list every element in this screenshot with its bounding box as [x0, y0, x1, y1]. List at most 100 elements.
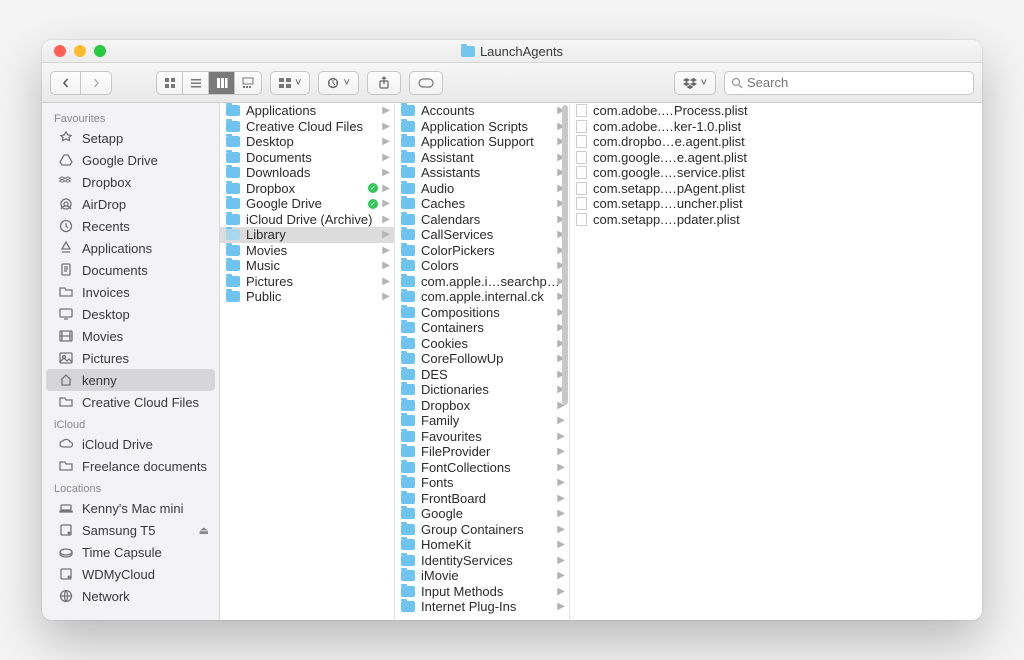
- sidebar-item-freelance-documents[interactable]: Freelance documents: [42, 455, 219, 477]
- list-item[interactable]: com.adobe.…ker-1.0.plist: [570, 119, 982, 135]
- list-item[interactable]: Group Containers▶: [395, 522, 569, 538]
- sidebar-item-desktop[interactable]: Desktop: [42, 303, 219, 325]
- list-item[interactable]: com.apple.internal.ck▶: [395, 289, 569, 305]
- search-field[interactable]: [724, 71, 974, 95]
- list-item[interactable]: Application Scripts▶: [395, 119, 569, 135]
- list-item[interactable]: iMovie▶: [395, 568, 569, 584]
- view-icons-button[interactable]: [157, 72, 183, 94]
- tags-button[interactable]: [409, 71, 443, 95]
- list-item[interactable]: Cookies▶: [395, 336, 569, 352]
- column-1[interactable]: Accounts▶Application Scripts▶Application…: [395, 103, 570, 620]
- scrollbar[interactable]: [562, 105, 568, 405]
- sidebar-item-icloud-drive[interactable]: iCloud Drive: [42, 433, 219, 455]
- list-item[interactable]: Documents▶: [220, 150, 394, 166]
- list-item[interactable]: Audio▶: [395, 181, 569, 197]
- view-list-button[interactable]: [183, 72, 209, 94]
- list-item[interactable]: Internet Plug-Ins▶: [395, 599, 569, 615]
- list-item[interactable]: DES▶: [395, 367, 569, 383]
- list-item[interactable]: Favourites▶: [395, 429, 569, 445]
- minimize-button[interactable]: [74, 45, 86, 57]
- file-icon: [576, 120, 587, 133]
- sidebar-item-wdmycloud[interactable]: WDMyCloud: [42, 563, 219, 585]
- view-gallery-button[interactable]: [235, 72, 261, 94]
- list-item[interactable]: Caches▶: [395, 196, 569, 212]
- list-item[interactable]: FontCollections▶: [395, 460, 569, 476]
- list-item[interactable]: Library▶: [220, 227, 394, 243]
- list-item[interactable]: Assistants▶: [395, 165, 569, 181]
- sidebar-item-airdrop[interactable]: AirDrop: [42, 193, 219, 215]
- sidebar-item-network[interactable]: Network: [42, 585, 219, 607]
- list-item[interactable]: HomeKit▶: [395, 537, 569, 553]
- sidebar-item-time-capsule[interactable]: Time Capsule: [42, 541, 219, 563]
- list-item[interactable]: com.google.…e.agent.plist: [570, 150, 982, 166]
- zoom-button[interactable]: [94, 45, 106, 57]
- eject-icon[interactable]: ⏏: [199, 524, 209, 537]
- sidebar-item-applications[interactable]: Applications: [42, 237, 219, 259]
- file-icon: [576, 197, 587, 210]
- list-item[interactable]: ColorPickers▶: [395, 243, 569, 259]
- list-item[interactable]: com.setapp.…pAgent.plist: [570, 181, 982, 197]
- sidebar-item-dropbox[interactable]: Dropbox: [42, 171, 219, 193]
- sidebar-item-documents[interactable]: Documents: [42, 259, 219, 281]
- setapp-icon: [58, 130, 74, 146]
- list-item[interactable]: FileProvider▶: [395, 444, 569, 460]
- group-by-button[interactable]: ˅: [270, 71, 310, 95]
- list-item[interactable]: Pictures▶: [220, 274, 394, 290]
- sidebar-item-movies[interactable]: Movies: [42, 325, 219, 347]
- list-item[interactable]: Application Support▶: [395, 134, 569, 150]
- sidebar-item-samsung-t5[interactable]: Samsung T5⏏: [42, 519, 219, 541]
- list-item[interactable]: CoreFollowUp▶: [395, 351, 569, 367]
- sidebar-item-kenny[interactable]: kenny: [46, 369, 215, 391]
- list-item-label: Input Methods: [421, 584, 503, 599]
- share-button[interactable]: [367, 71, 401, 95]
- sidebar-item-google-drive[interactable]: Google Drive: [42, 149, 219, 171]
- search-input[interactable]: [747, 75, 967, 90]
- list-item[interactable]: CallServices▶: [395, 227, 569, 243]
- list-item[interactable]: Dropbox✓▶: [220, 181, 394, 197]
- sidebar-item-creative-cloud-files[interactable]: Creative Cloud Files: [42, 391, 219, 413]
- list-item[interactable]: com.dropbo…e.agent.plist: [570, 134, 982, 150]
- list-item[interactable]: Colors▶: [395, 258, 569, 274]
- view-columns-button[interactable]: [209, 72, 235, 94]
- list-item[interactable]: Dropbox▶: [395, 398, 569, 414]
- list-item[interactable]: Desktop▶: [220, 134, 394, 150]
- list-item[interactable]: FrontBoard▶: [395, 491, 569, 507]
- list-item[interactable]: IdentityServices▶: [395, 553, 569, 569]
- list-item[interactable]: Dictionaries▶: [395, 382, 569, 398]
- sidebar-item-setapp[interactable]: Setapp: [42, 127, 219, 149]
- sidebar-item-recents[interactable]: Recents: [42, 215, 219, 237]
- list-item[interactable]: com.setapp.…uncher.plist: [570, 196, 982, 212]
- column-2[interactable]: com.adobe.…Process.plistcom.adobe.…ker-1…: [570, 103, 982, 620]
- list-item[interactable]: Music▶: [220, 258, 394, 274]
- list-item[interactable]: Google Drive✓▶: [220, 196, 394, 212]
- list-item[interactable]: Assistant▶: [395, 150, 569, 166]
- column-0[interactable]: Applications▶Creative Cloud Files▶Deskto…: [220, 103, 395, 620]
- list-item[interactable]: Fonts▶: [395, 475, 569, 491]
- list-item[interactable]: Containers▶: [395, 320, 569, 336]
- list-item[interactable]: Downloads▶: [220, 165, 394, 181]
- close-button[interactable]: [54, 45, 66, 57]
- list-item[interactable]: Family▶: [395, 413, 569, 429]
- back-button[interactable]: [51, 72, 81, 94]
- list-item[interactable]: Compositions▶: [395, 305, 569, 321]
- list-item[interactable]: iCloud Drive (Archive)▶: [220, 212, 394, 228]
- dropbox-menu-button[interactable]: ˅: [674, 71, 716, 95]
- sidebar-item-pictures[interactable]: Pictures: [42, 347, 219, 369]
- list-item[interactable]: Input Methods▶: [395, 584, 569, 600]
- list-item[interactable]: com.apple.i…searchpartyd▶: [395, 274, 569, 290]
- sidebar-item-kenny-s-mac-mini[interactable]: Kenny's Mac mini: [42, 497, 219, 519]
- sidebar[interactable]: FavouritesSetappGoogle DriveDropboxAirDr…: [42, 103, 220, 620]
- list-item[interactable]: Movies▶: [220, 243, 394, 259]
- list-item[interactable]: Creative Cloud Files▶: [220, 119, 394, 135]
- sidebar-item-invoices[interactable]: Invoices: [42, 281, 219, 303]
- forward-button[interactable]: [81, 72, 111, 94]
- list-item[interactable]: Calendars▶: [395, 212, 569, 228]
- list-item[interactable]: Applications▶: [220, 103, 394, 119]
- list-item[interactable]: Google▶: [395, 506, 569, 522]
- list-item[interactable]: com.adobe.…Process.plist: [570, 103, 982, 119]
- list-item[interactable]: Accounts▶: [395, 103, 569, 119]
- list-item[interactable]: com.setapp.…pdater.plist: [570, 212, 982, 228]
- list-item[interactable]: Public▶: [220, 289, 394, 305]
- action-menu-button[interactable]: ˅: [318, 71, 358, 95]
- list-item[interactable]: com.google.…service.plist: [570, 165, 982, 181]
